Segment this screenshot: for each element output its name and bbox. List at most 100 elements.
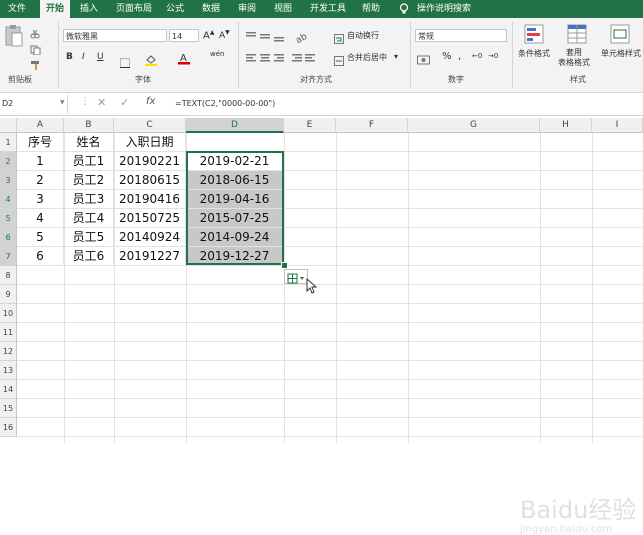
align-top-icon[interactable] — [245, 28, 285, 47]
cell-c7[interactable]: 20191227 — [114, 247, 186, 266]
cancel-icon[interactable]: ✕ — [97, 96, 106, 109]
column-header-i[interactable]: I — [592, 118, 643, 133]
font-size-combo[interactable]: 14 — [169, 29, 199, 42]
indent-icon[interactable] — [291, 50, 317, 69]
format-as-table-icon[interactable] — [567, 24, 587, 48]
row-header[interactable]: 2 — [0, 152, 17, 171]
wrap-text-icon[interactable] — [334, 29, 344, 48]
cell-c2[interactable]: 20190221 — [114, 152, 186, 171]
cell-d7[interactable]: 2019-12-27 — [186, 247, 284, 266]
worksheet-grid[interactable]: A B C D E F G H I 1 2 3 4 5 6 7 8 9 10 1… — [0, 118, 643, 535]
font-color-icon[interactable]: A — [178, 50, 190, 69]
column-header-h[interactable]: H — [540, 118, 592, 133]
tab-page-layout[interactable]: 页面布局 — [112, 0, 156, 18]
paste-icon[interactable] — [4, 24, 24, 50]
underline-icon[interactable]: U — [97, 52, 104, 62]
wrap-text-button[interactable]: 自动换行 — [347, 30, 379, 41]
cell-styles-button[interactable]: 单元格样式 — [601, 48, 641, 59]
chevron-down-icon[interactable]: ▼ — [60, 99, 65, 106]
row-header[interactable]: 1 — [0, 133, 17, 152]
increase-decimal-icon[interactable]: ←0 — [472, 52, 482, 60]
format-as-table-button[interactable]: 套用 表格格式 — [558, 48, 590, 68]
number-format-combo[interactable]: 常规 — [415, 29, 507, 42]
cell-a1[interactable]: 序号 — [17, 133, 64, 152]
row-header[interactable]: 15 — [0, 399, 17, 418]
insert-function-icon[interactable]: fx — [146, 96, 155, 107]
cell-d2-active[interactable]: 2019-02-21 — [186, 152, 284, 171]
conditional-format-button[interactable]: 条件格式 — [518, 48, 550, 59]
row-header[interactable]: 6 — [0, 228, 17, 247]
cell-c5[interactable]: 20150725 — [114, 209, 186, 228]
formula-input[interactable]: =TEXT(C2,"0000-00-00") — [175, 95, 275, 113]
align-left-icon[interactable] — [245, 50, 285, 69]
column-header-b[interactable]: B — [64, 118, 114, 133]
percent-icon[interactable]: % — [442, 51, 452, 62]
tab-developer[interactable]: 开发工具 — [306, 0, 350, 18]
cell-d6[interactable]: 2014-09-24 — [186, 228, 284, 247]
row-header[interactable]: 9 — [0, 285, 17, 304]
row-header[interactable]: 16 — [0, 418, 17, 437]
cell-b4[interactable]: 员工3 — [64, 190, 114, 209]
tab-home[interactable]: 开始 — [40, 0, 70, 18]
cell-b7[interactable]: 员工6 — [64, 247, 114, 266]
italic-icon[interactable]: I — [82, 52, 85, 62]
tab-help[interactable]: 帮助 — [358, 0, 384, 18]
currency-icon[interactable] — [417, 51, 431, 70]
row-header[interactable]: 8 — [0, 266, 17, 285]
row-header[interactable]: 4 — [0, 190, 17, 209]
row-header[interactable]: 10 — [0, 304, 17, 323]
orientation-icon[interactable]: ab — [294, 28, 311, 47]
fill-handle[interactable] — [281, 262, 288, 269]
cell-c1[interactable]: 入职日期 — [114, 133, 186, 152]
select-all-corner[interactable] — [0, 118, 17, 133]
row-header[interactable]: 12 — [0, 342, 17, 361]
cell-d4[interactable]: 2019-04-16 — [186, 190, 284, 209]
cell-d5[interactable]: 2015-07-25 — [186, 209, 284, 228]
conditional-format-icon[interactable] — [524, 24, 544, 48]
tab-file[interactable]: 文件 — [4, 0, 30, 18]
column-header-d[interactable]: D — [186, 118, 284, 133]
row-header[interactable]: 3 — [0, 171, 17, 190]
enter-icon[interactable]: ✓ — [120, 96, 129, 109]
cell-styles-icon[interactable] — [610, 24, 630, 48]
name-box[interactable]: D2 — [0, 95, 68, 113]
column-header-a[interactable]: A — [17, 118, 64, 133]
cell-a7[interactable]: 6 — [17, 247, 64, 266]
quick-analysis-button[interactable] — [284, 269, 308, 284]
cell-a4[interactable]: 3 — [17, 190, 64, 209]
cell-c4[interactable]: 20190416 — [114, 190, 186, 209]
merge-center-icon[interactable] — [334, 51, 344, 70]
tell-me-search[interactable]: 操作说明搜索 — [414, 0, 474, 18]
tab-review[interactable]: 审阅 — [234, 0, 260, 18]
phonetic-icon[interactable]: wén — [210, 50, 224, 58]
fill-color-icon[interactable] — [145, 51, 157, 70]
cell-b6[interactable]: 员工5 — [64, 228, 114, 247]
tab-insert[interactable]: 插入 — [76, 0, 102, 18]
cell-b5[interactable]: 员工4 — [64, 209, 114, 228]
row-header[interactable]: 14 — [0, 380, 17, 399]
format-painter-icon[interactable] — [30, 55, 42, 74]
cell-b3[interactable]: 员工2 — [64, 171, 114, 190]
font-name-combo[interactable]: 微软雅黑 — [63, 29, 167, 42]
tab-data[interactable]: 数据 — [198, 0, 224, 18]
cell-a6[interactable]: 5 — [17, 228, 64, 247]
column-header-c[interactable]: C — [114, 118, 186, 133]
chevron-down-icon[interactable]: ▾ — [394, 52, 398, 61]
column-header-f[interactable]: F — [336, 118, 408, 133]
tab-formulas[interactable]: 公式 — [162, 0, 188, 18]
cell-d3[interactable]: 2018-06-15 — [186, 171, 284, 190]
row-header[interactable]: 11 — [0, 323, 17, 342]
row-header[interactable]: 13 — [0, 361, 17, 380]
increase-font-icon[interactable]: A▲ — [203, 29, 214, 41]
comma-style-icon[interactable]: , — [458, 51, 461, 62]
row-header[interactable]: 7 — [0, 247, 17, 266]
cell-a2[interactable]: 1 — [17, 152, 64, 171]
bold-icon[interactable]: B — [66, 52, 73, 62]
cell-b1[interactable]: 姓名 — [64, 133, 114, 152]
cell-c6[interactable]: 20140924 — [114, 228, 186, 247]
cell-a3[interactable]: 2 — [17, 171, 64, 190]
cell-c3[interactable]: 20180615 — [114, 171, 186, 190]
column-header-e[interactable]: E — [284, 118, 336, 133]
tab-view[interactable]: 视图 — [270, 0, 296, 18]
border-icon[interactable] — [120, 53, 130, 72]
